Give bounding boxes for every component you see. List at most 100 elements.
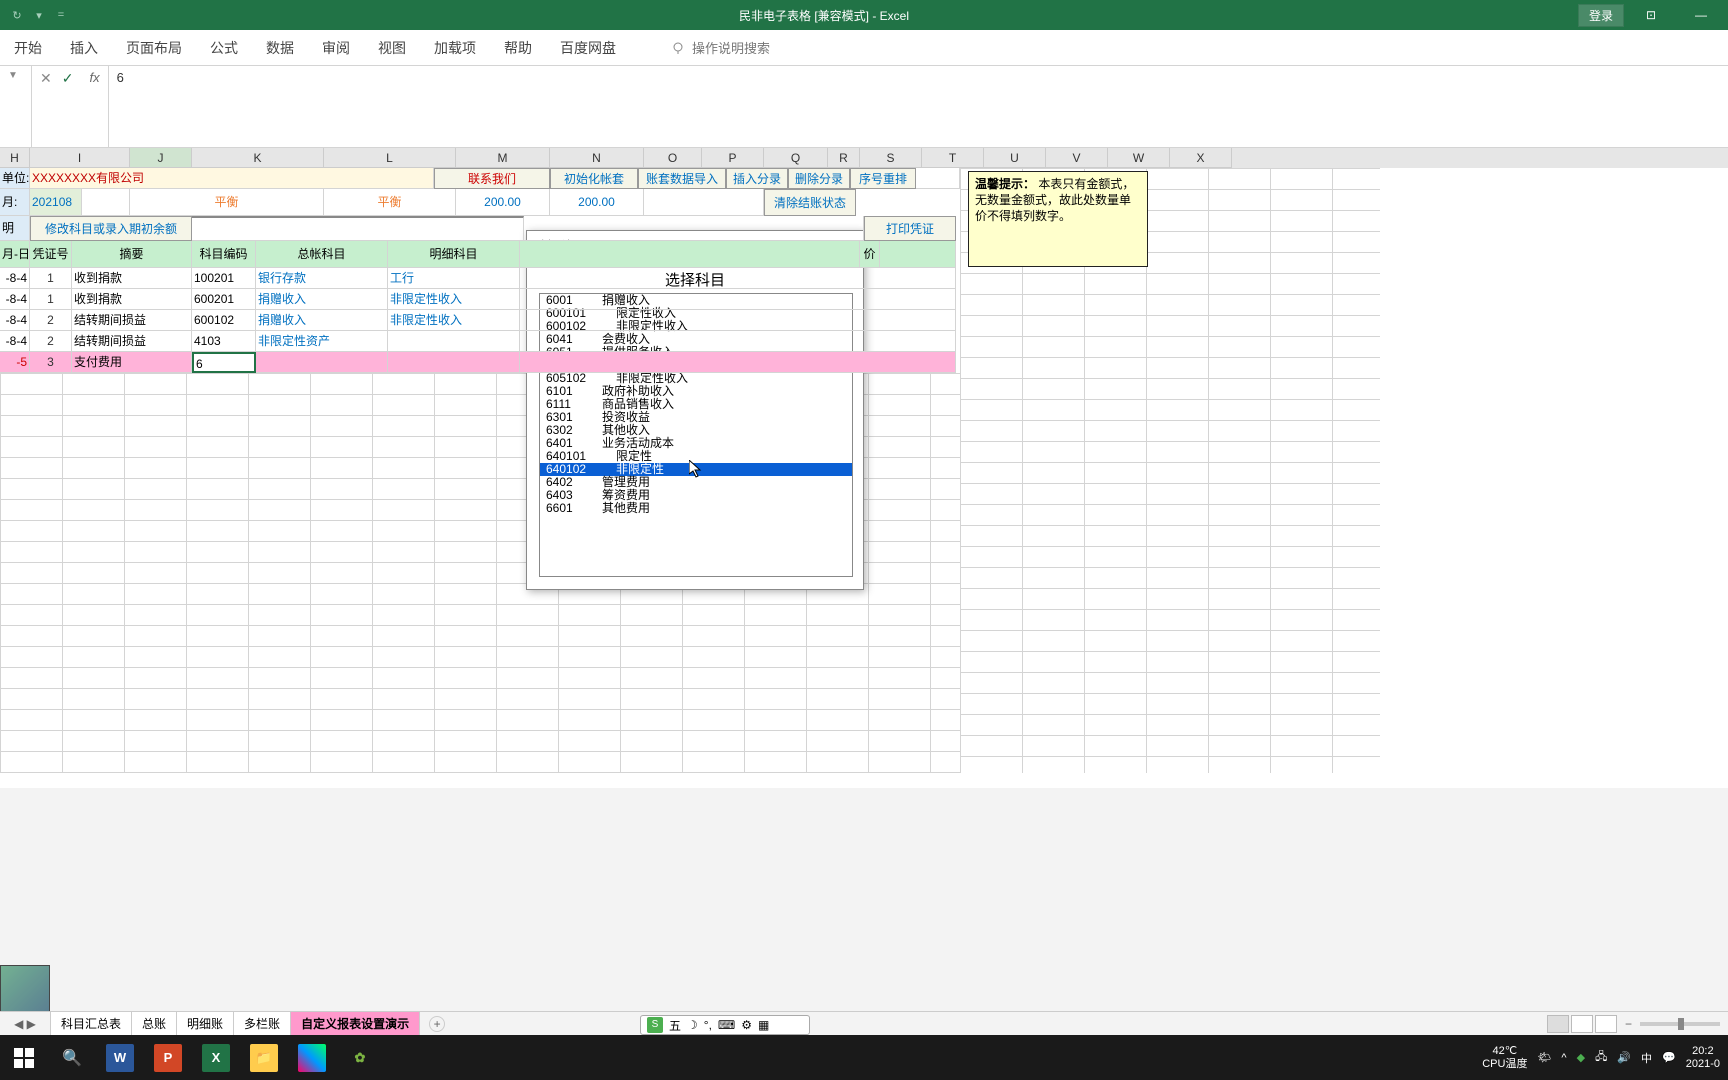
empty-cell[interactable] <box>192 216 524 241</box>
task-app1[interactable] <box>288 1035 336 1080</box>
enter-icon[interactable]: ✓ <box>62 70 74 87</box>
subject-item[interactable]: 6402管理费用 <box>540 476 852 489</box>
sheet-tab[interactable]: 明细账 <box>176 1012 234 1036</box>
task-word[interactable]: W <box>96 1035 144 1080</box>
cell-empty[interactable] <box>520 268 956 289</box>
subject-item[interactable]: 640102非限定性 <box>540 463 852 476</box>
login-button[interactable]: 登录 <box>1578 4 1624 27</box>
qat-dropdown-icon[interactable]: ▾ <box>30 6 48 24</box>
col-L[interactable]: L <box>324 148 456 168</box>
col-W[interactable]: W <box>1108 148 1170 168</box>
qat-more-icon[interactable]: = <box>52 6 70 24</box>
sheet-tab[interactable]: 总账 <box>131 1012 177 1036</box>
tellme-search[interactable]: 操作说明搜索 <box>670 38 770 57</box>
cell-code[interactable]: 600201 <box>192 289 256 310</box>
tray-ime-lang[interactable]: 中 <box>1641 1050 1652 1066</box>
cell-genacc[interactable]: 捐赠收入 <box>256 289 388 310</box>
sheet-tab-active[interactable]: 自定义报表设置演示 <box>290 1012 420 1036</box>
tab-review[interactable]: 审阅 <box>308 30 364 66</box>
col-M[interactable]: M <box>456 148 550 168</box>
col-V[interactable]: V <box>1046 148 1108 168</box>
tab-home[interactable]: 开始 <box>0 30 56 66</box>
sheet-nav[interactable]: ◀ ▶ <box>0 1017 50 1031</box>
cell-voucher[interactable]: 1 <box>30 268 72 289</box>
contact-button[interactable]: 联系我们 <box>434 168 550 189</box>
col-X[interactable]: X <box>1170 148 1232 168</box>
tab-baidu[interactable]: 百度网盘 <box>546 30 630 66</box>
print-voucher-button[interactable]: 打印凭证 <box>864 216 956 241</box>
col-S[interactable]: S <box>860 148 922 168</box>
col-K[interactable]: K <box>192 148 324 168</box>
tab-formulas[interactable]: 公式 <box>196 30 252 66</box>
tray-notification-icon[interactable]: 💬 <box>1662 1051 1676 1064</box>
subject-item[interactable]: 6301投资收益 <box>540 411 852 424</box>
insert-entry-button[interactable]: 插入分录 <box>726 168 788 189</box>
redo-icon[interactable]: ↻ <box>8 6 26 24</box>
period-value[interactable]: 202108 <box>30 189 82 216</box>
edit-subject-button[interactable]: 修改科目或录入期初余额 <box>30 216 192 241</box>
tab-pagelayout[interactable]: 页面布局 <box>112 30 196 66</box>
col-T[interactable]: T <box>922 148 984 168</box>
add-sheet-button[interactable]: + <box>429 1016 445 1032</box>
subject-item[interactable]: 640101限定性 <box>540 450 852 463</box>
cell-date[interactable]: -8-4 <box>0 331 30 352</box>
task-app2[interactable]: ✿ <box>336 1035 384 1080</box>
zoom-slider[interactable] <box>1640 1022 1720 1026</box>
tab-data[interactable]: 数据 <box>252 30 308 66</box>
cell-summary[interactable]: 收到捐款 <box>72 289 192 310</box>
cell-empty[interactable] <box>520 289 956 310</box>
cell-date[interactable]: -8-4 <box>0 268 30 289</box>
ime-toolbar[interactable]: S 五 ☽ °, ⌨ ⚙ ▦ <box>640 1015 810 1035</box>
cell-empty[interactable] <box>520 352 956 373</box>
subject-item[interactable]: 6403筹资费用 <box>540 489 852 502</box>
col-H[interactable]: H <box>0 148 30 168</box>
resort-button[interactable]: 序号重排 <box>850 168 916 189</box>
pagebreak-view-icon[interactable] <box>1595 1015 1617 1033</box>
task-powerpoint[interactable]: P <box>144 1035 192 1080</box>
empty-cell[interactable] <box>82 189 130 216</box>
temperature-widget[interactable]: 42℃ CPU温度 <box>1482 1045 1527 1071</box>
subject-item[interactable]: 6601其他费用 <box>540 502 852 515</box>
task-excel[interactable]: X <box>192 1035 240 1080</box>
tab-help[interactable]: 帮助 <box>490 30 546 66</box>
zoom-out-icon[interactable]: − <box>1625 1017 1632 1031</box>
cell-detacc[interactable] <box>388 331 520 352</box>
cell-date[interactable]: -5 <box>0 352 30 373</box>
cell-code[interactable]: 100201 <box>192 268 256 289</box>
tray-weather-icon[interactable]: 🌤 <box>1537 1051 1551 1064</box>
cell-voucher[interactable]: 3 <box>30 352 72 373</box>
tab-addins[interactable]: 加载项 <box>420 30 490 66</box>
empty-cell[interactable] <box>644 189 764 216</box>
task-explorer[interactable]: 📁 <box>240 1035 288 1080</box>
subject-item[interactable]: 6101政府补助收入 <box>540 385 852 398</box>
cell-detacc[interactable]: 工行 <box>388 268 520 289</box>
search-button[interactable]: 🔍 <box>48 1035 96 1080</box>
col-I[interactable]: I <box>30 148 130 168</box>
cell-voucher[interactable]: 2 <box>30 331 72 352</box>
cell-empty[interactable] <box>520 331 956 352</box>
cell-code[interactable]: 6 <box>192 352 256 373</box>
name-box[interactable]: ▼ <box>0 66 32 147</box>
ribbon-display-icon[interactable]: ⊡ <box>1628 0 1674 30</box>
cell-genacc[interactable] <box>256 352 388 373</box>
tab-insert[interactable]: 插入 <box>56 30 112 66</box>
cell-detacc[interactable]: 非限定性收入 <box>388 310 520 331</box>
col-P[interactable]: P <box>702 148 764 168</box>
tray-network-icon[interactable]: 🖧 <box>1595 1048 1607 1067</box>
tray-app-icon[interactable]: ◆ <box>1577 1051 1585 1064</box>
cell-voucher[interactable]: 1 <box>30 289 72 310</box>
col-Q[interactable]: Q <box>764 148 828 168</box>
cell-genacc[interactable]: 非限定性资产 <box>256 331 388 352</box>
start-button[interactable] <box>0 1035 48 1080</box>
page-layout-view-icon[interactable] <box>1571 1015 1593 1033</box>
cell-summary[interactable]: 收到捐款 <box>72 268 192 289</box>
normal-view-icon[interactable] <box>1547 1015 1569 1033</box>
clock[interactable]: 20:2 2021-0 <box>1686 1045 1720 1071</box>
cell-code[interactable]: 4103 <box>192 331 256 352</box>
cell-summary[interactable]: 结转期间损益 <box>72 310 192 331</box>
clear-close-button[interactable]: 清除结账状态 <box>764 189 856 216</box>
cell-voucher[interactable]: 2 <box>30 310 72 331</box>
col-U[interactable]: U <box>984 148 1046 168</box>
col-N[interactable]: N <box>550 148 644 168</box>
formula-input[interactable]: 6 <box>109 66 1728 147</box>
